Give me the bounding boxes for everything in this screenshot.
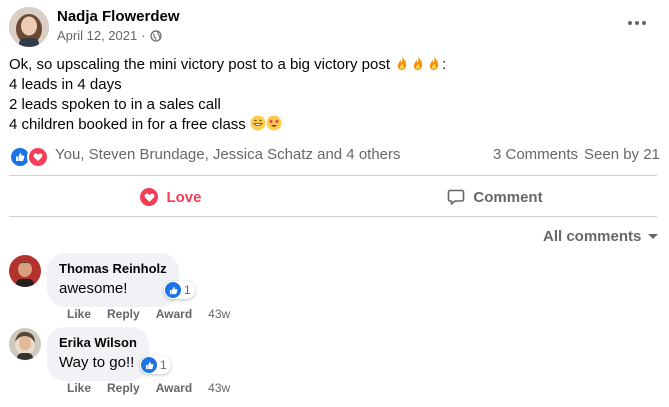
- comment-timestamp[interactable]: 43w: [208, 381, 230, 395]
- post-line-2: 4 leads in 4 days: [9, 76, 122, 93]
- comment-reaction-badge[interactable]: 1: [164, 281, 195, 299]
- comment-actions: Like Reply Award 43w: [67, 307, 230, 321]
- like-reaction-icon: [165, 282, 181, 298]
- commenter-avatar[interactable]: [9, 255, 41, 287]
- comments-count[interactable]: 3 Comments: [493, 146, 578, 163]
- grinning-emoji-icon: [250, 115, 266, 131]
- post-date[interactable]: April 12, 2021: [57, 28, 137, 43]
- reaction-icons[interactable]: [9, 146, 49, 168]
- chevron-down-icon: [648, 233, 659, 239]
- fire-icon: [430, 56, 439, 70]
- post-line-4: 4 children booked in for a free class: [9, 115, 446, 135]
- post-line-1: Ok, so upscaling the mini victory post t…: [9, 55, 447, 75]
- comment-reaction-count: 1: [160, 358, 167, 372]
- comment-bubble: Thomas Reinholz awesome!: [47, 253, 179, 307]
- commenter-avatar[interactable]: [9, 328, 41, 360]
- comment-reaction-badge[interactable]: 1: [140, 356, 171, 374]
- reactions-summary[interactable]: You, Steven Brundage, Jessica Schatz and…: [55, 146, 401, 163]
- divider-top: [9, 175, 657, 176]
- comment-text: awesome!: [59, 280, 128, 297]
- comment-button[interactable]: Comment: [333, 181, 657, 213]
- comment-award-button[interactable]: Award: [156, 381, 192, 395]
- comment-reply-button[interactable]: Reply: [107, 381, 140, 395]
- globe-icon: [149, 29, 162, 42]
- comment-reaction-count: 1: [184, 283, 191, 297]
- comment-bubble: Erika Wilson Way to go!!: [47, 327, 149, 381]
- comment-author[interactable]: Thomas Reinholz: [59, 261, 167, 277]
- comment-award-button[interactable]: Award: [156, 307, 192, 321]
- author-avatar[interactable]: [9, 7, 49, 47]
- commenter-avatar-image: [9, 328, 41, 360]
- commenter-avatar-image: [9, 255, 41, 287]
- comment-filter-label: All comments: [543, 228, 642, 245]
- post-body: Ok, so upscaling the mini victory post t…: [9, 55, 446, 135]
- love-button[interactable]: Love: [9, 181, 333, 213]
- divider-bottom: [9, 216, 657, 217]
- comment-author[interactable]: Erika Wilson: [59, 335, 137, 351]
- comment-button-label: Comment: [473, 188, 543, 206]
- comment-reply-button[interactable]: Reply: [107, 307, 140, 321]
- seen-by-count[interactable]: Seen by 21: [584, 146, 660, 163]
- love-button-label: Love: [166, 188, 202, 206]
- post-line-3: 2 leads spoken to in a sales call: [9, 96, 221, 113]
- comment-icon: [448, 189, 465, 205]
- post-author-name[interactable]: Nadja Flowerdew: [57, 8, 180, 25]
- comment-actions: Like Reply Award 43w: [67, 381, 230, 395]
- meta-separator: ·: [141, 28, 146, 43]
- comment-timestamp[interactable]: 43w: [208, 307, 230, 321]
- love-reaction-icon: [27, 146, 49, 168]
- fire-emojis: [394, 55, 442, 75]
- fire-icon: [398, 56, 407, 70]
- like-reaction-icon: [141, 357, 157, 373]
- star-struck-emoji-icon: [266, 115, 282, 131]
- comment-filter-dropdown[interactable]: All comments: [543, 228, 659, 245]
- fire-icon: [414, 56, 423, 70]
- comment-like-button[interactable]: Like: [67, 307, 91, 321]
- more-options-icon[interactable]: [628, 17, 650, 29]
- post-meta: April 12, 2021 ·: [57, 28, 162, 43]
- love-icon: [140, 188, 159, 206]
- comment-text: Way to go!!: [59, 354, 135, 371]
- author-avatar-image: [9, 7, 49, 47]
- comment-like-button[interactable]: Like: [67, 381, 91, 395]
